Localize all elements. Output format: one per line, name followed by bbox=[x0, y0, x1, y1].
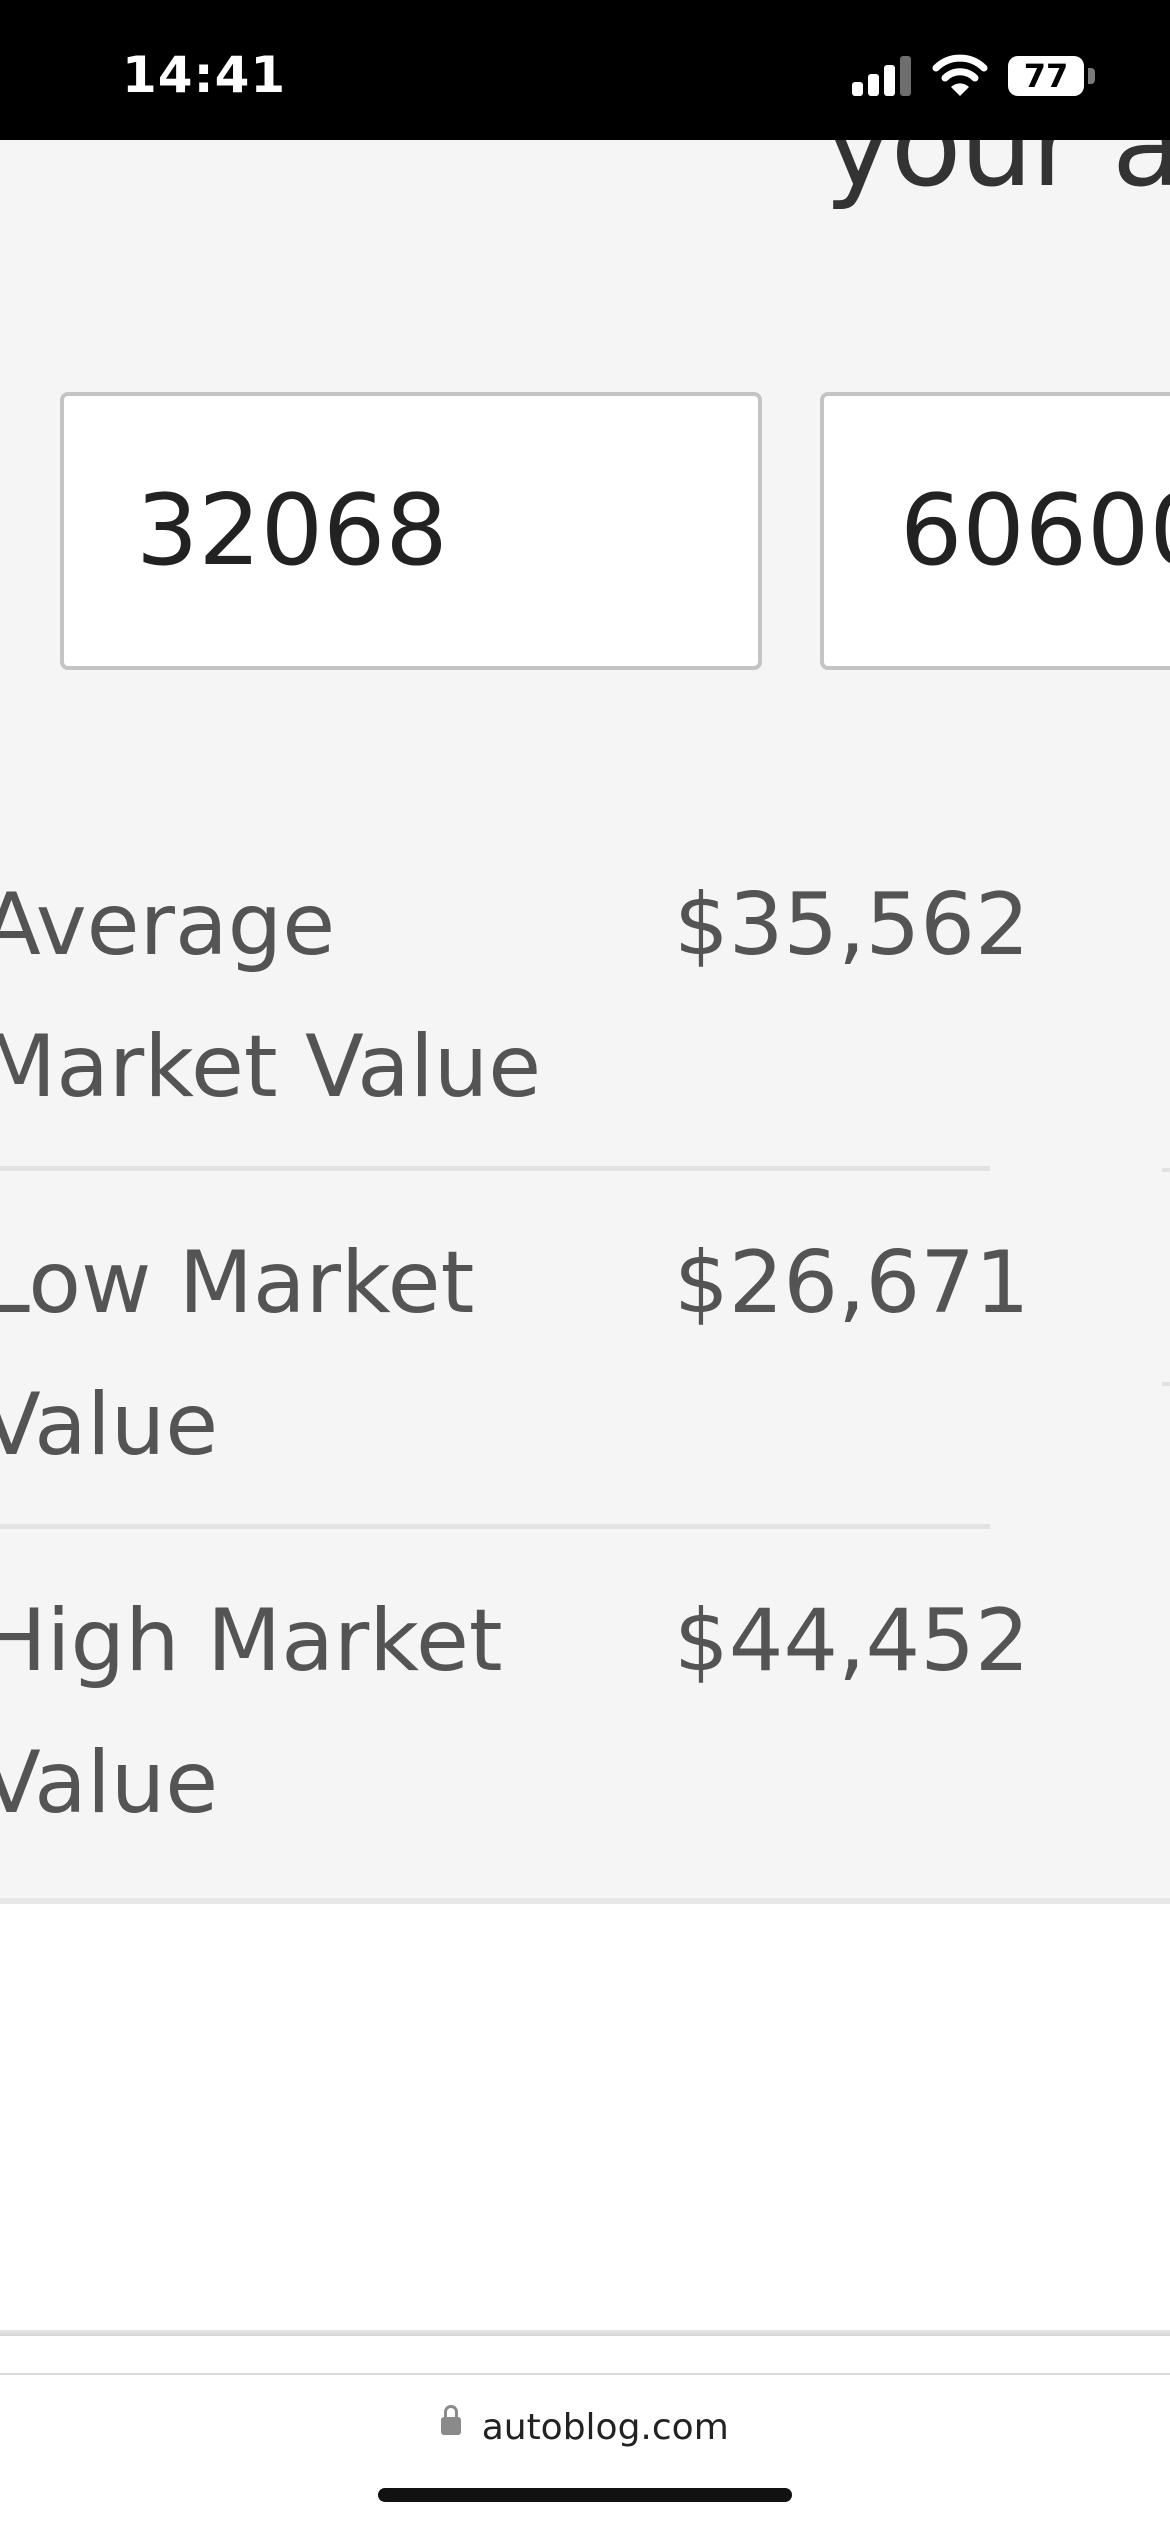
low-market-value-amount: $26,671 bbox=[674, 1233, 1030, 1333]
panel-bottom-border bbox=[0, 1898, 1170, 1904]
status-bar: 14:41 77 bbox=[0, 0, 1170, 140]
browser-address-bar[interactable]: autoblog.com bbox=[0, 2373, 1170, 2532]
url-container[interactable]: autoblog.com bbox=[0, 2404, 1170, 2448]
lock-icon bbox=[441, 2404, 462, 2435]
cellular-signal-icon bbox=[852, 54, 912, 96]
row-divider bbox=[0, 1166, 990, 1171]
average-market-value-row: Average Market Value $35,562 bbox=[0, 818, 1030, 1176]
toolbar-shadow bbox=[0, 2330, 1170, 2336]
row-divider-edge bbox=[1162, 1382, 1170, 1386]
home-indicator[interactable] bbox=[378, 2488, 792, 2502]
screen: 14:41 77 your a 32068 60600 Average Mark… bbox=[0, 0, 1170, 2532]
average-market-value-label: Average Market Value bbox=[0, 875, 542, 1117]
battery-icon: 77 bbox=[1008, 56, 1084, 96]
wifi-icon bbox=[932, 52, 988, 98]
high-market-value-row: High Market Value $44,452 bbox=[0, 1534, 1030, 1892]
high-market-value-label: High Market Value bbox=[0, 1591, 503, 1833]
average-market-value-amount: $35,562 bbox=[674, 875, 1030, 975]
high-market-value-amount: $44,452 bbox=[674, 1591, 1030, 1691]
status-time: 14:41 bbox=[122, 46, 287, 104]
zip-code-input[interactable]: 60600 bbox=[820, 392, 1170, 670]
low-market-value-label: Low Market Value bbox=[0, 1233, 475, 1475]
battery-cap bbox=[1088, 68, 1095, 84]
mileage-input[interactable]: 32068 bbox=[60, 392, 762, 670]
market-value-panel: your a 32068 60600 Average Market Value … bbox=[0, 140, 1170, 1898]
row-divider bbox=[0, 1524, 990, 1529]
row-divider-edge bbox=[1162, 1168, 1170, 1172]
url-text[interactable]: autoblog.com bbox=[482, 2407, 729, 2448]
low-market-value-row: Low Market Value $26,671 bbox=[0, 1176, 1030, 1534]
page-heading: your a bbox=[824, 140, 1170, 213]
